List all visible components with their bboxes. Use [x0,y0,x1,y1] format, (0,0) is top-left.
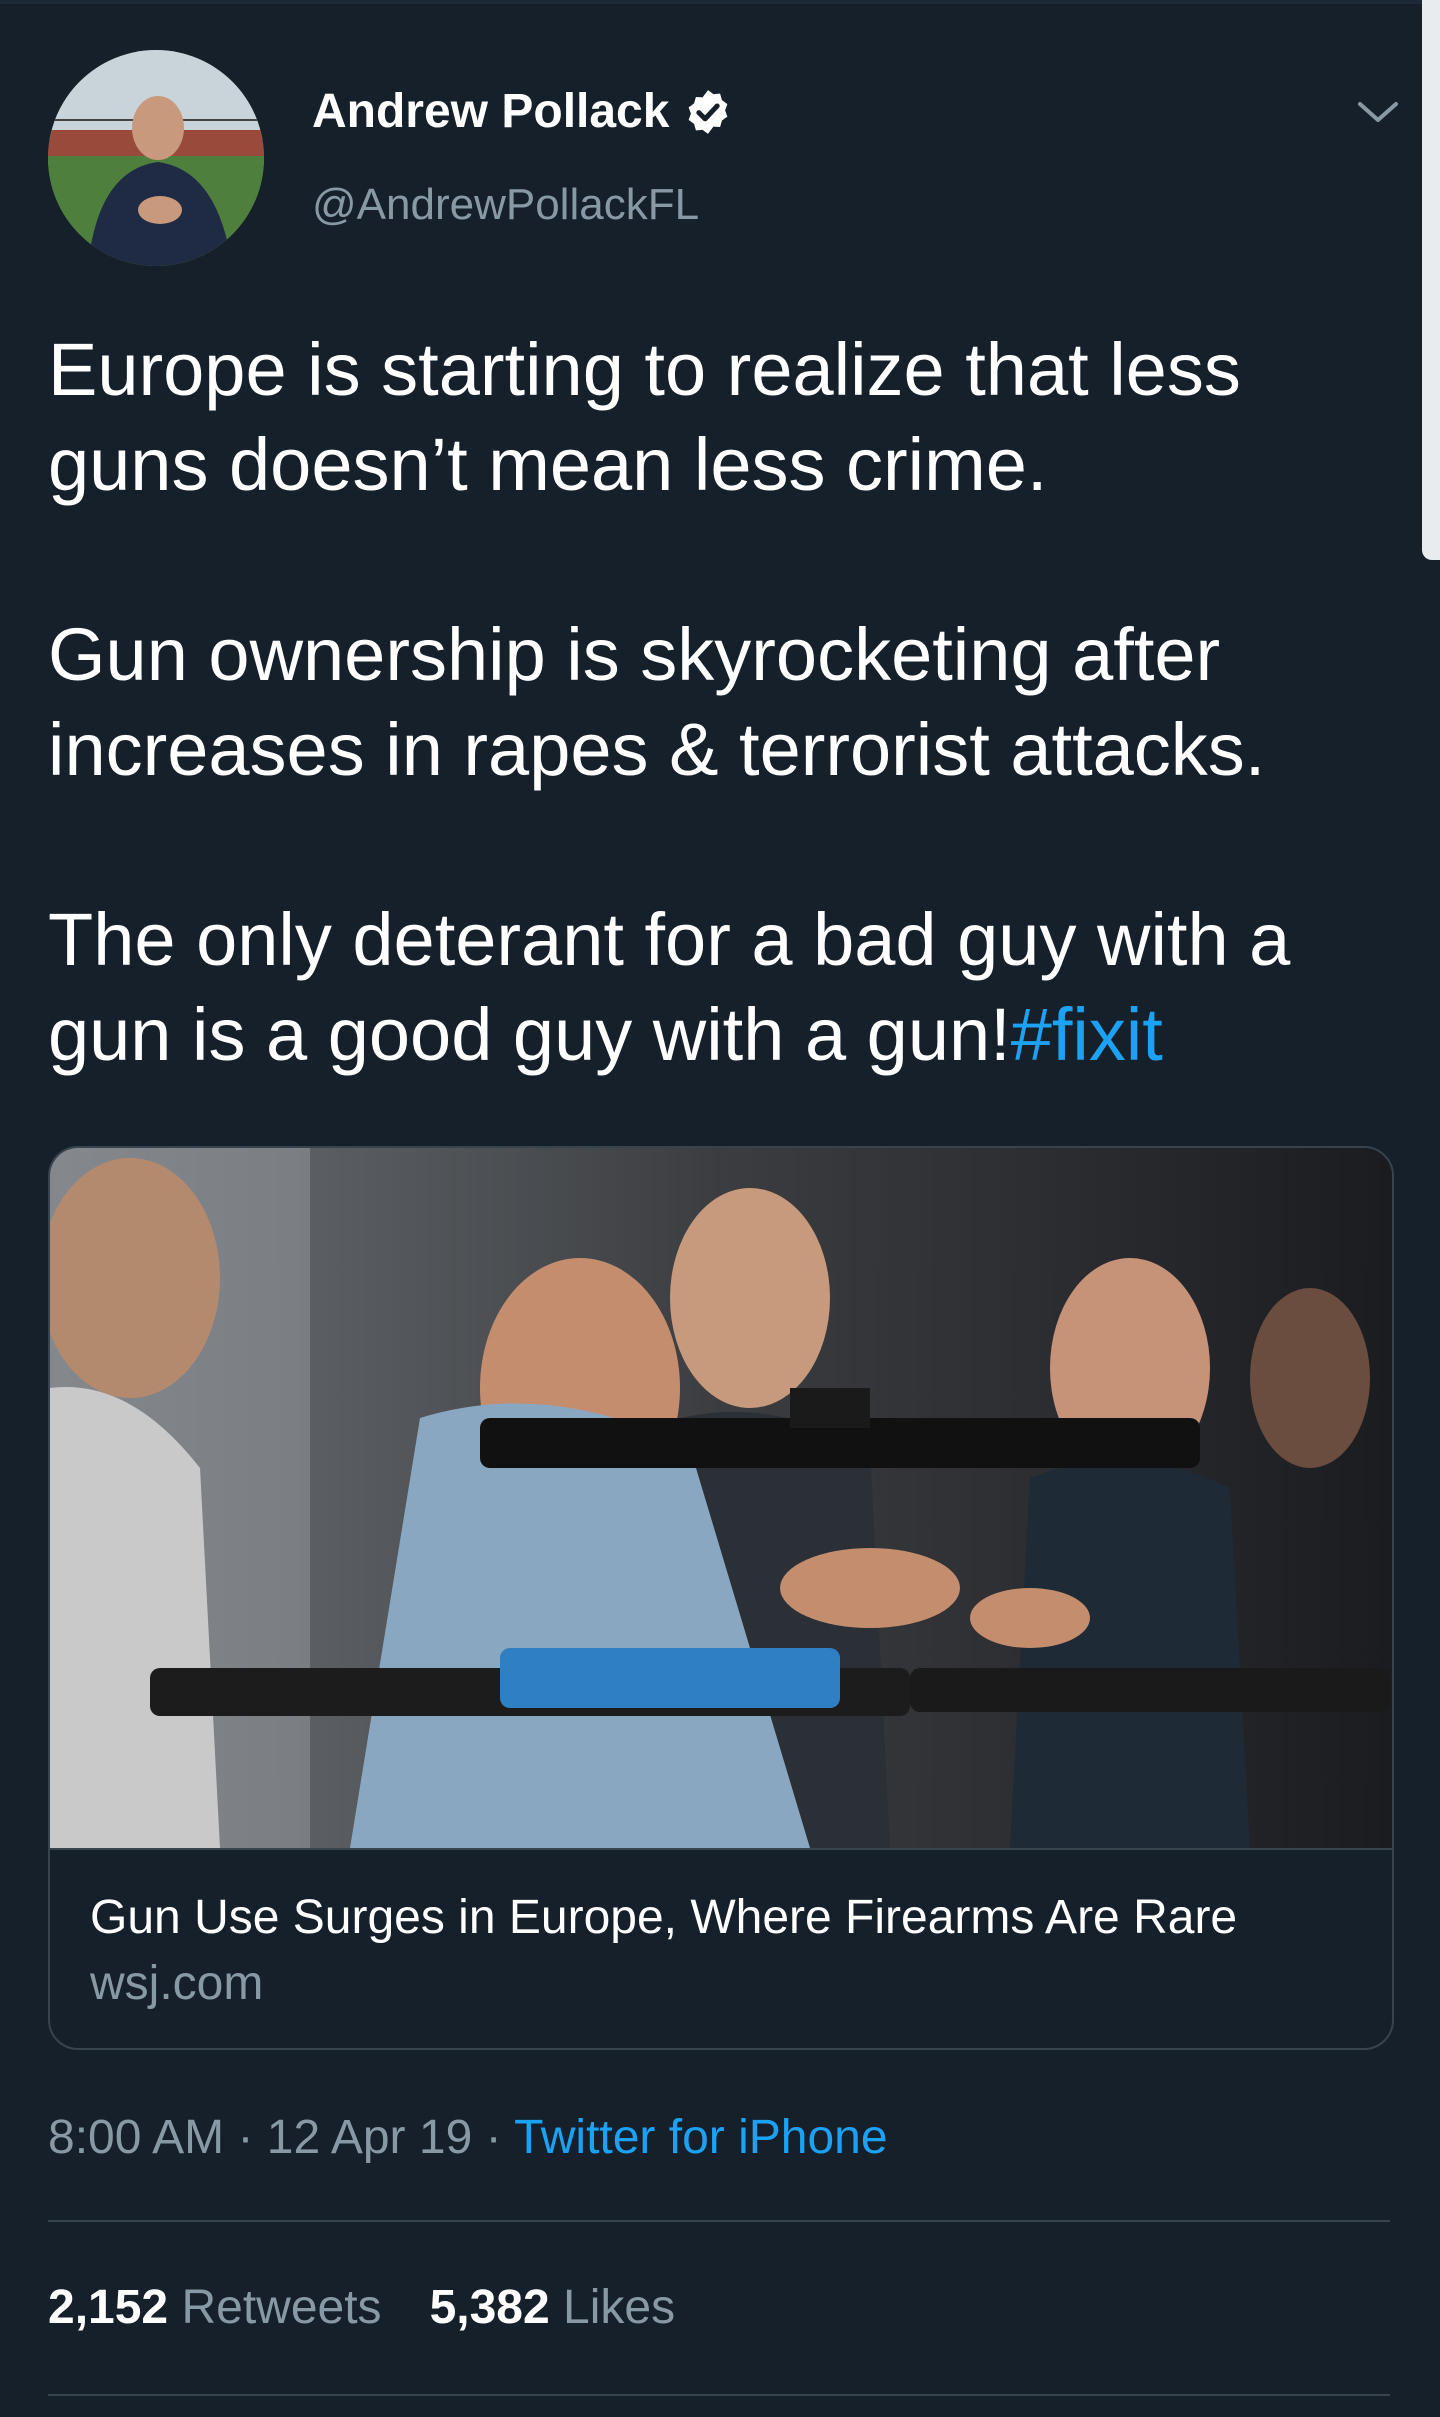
likes-label: Likes [563,2281,676,2334]
tweet-paragraph-1: Europe is starting to realize that less … [48,328,1241,506]
divider [48,2220,1390,2222]
meta-separator: · [224,2111,267,2164]
likes-count: 5,382 [429,2281,550,2334]
verified-badge-icon [683,87,733,137]
chevron-down-icon[interactable] [1348,92,1408,132]
tweet-source-link[interactable]: Twitter for iPhone [514,2111,888,2164]
card-divider [50,1848,1392,1850]
author-name[interactable]: Andrew Pollack [312,84,669,139]
hashtag-link[interactable]: #fixit [1011,993,1163,1076]
top-border [0,0,1440,4]
avatar[interactable] [48,50,264,266]
author-handle[interactable]: @AndrewPollackFL [312,180,699,230]
divider [48,2394,1390,2396]
tweet-time: 8:00 AM [48,2111,225,2164]
meta-separator: · [472,2111,515,2164]
tweet-text: Europe is starting to realize that less … [48,322,1388,1082]
link-card[interactable]: Gun Use Surges in Europe, Where Firearms… [48,1146,1394,2050]
card-image[interactable] [50,1148,1392,1848]
retweets-label: Retweets [181,2281,382,2334]
tweet-paragraph-2: Gun ownership is skyrocketing after incr… [48,613,1266,791]
scrollbar[interactable] [1422,0,1440,560]
likes-stat[interactable]: 5,382 Likes [430,2281,676,2334]
card-domain: wsj.com [90,1957,264,2010]
retweets-stat[interactable]: 2,152 Retweets [48,2281,382,2334]
tweet-date: 12 Apr 19 [266,2111,473,2164]
tweet-header: Andrew Pollack @AndrewPollackFL [48,50,1398,270]
tweet-meta: 8:00 AM · 12 Apr 19 · Twitter for iPhone [48,2110,888,2165]
retweets-count: 2,152 [48,2281,169,2334]
tweet-stats: 2,152 Retweets 5,382 Likes [48,2280,675,2335]
card-title[interactable]: Gun Use Surges in Europe, Where Firearms… [90,1890,1237,1945]
tweet-paragraph-3: The only deterant for a bad guy with a g… [48,892,1388,1082]
